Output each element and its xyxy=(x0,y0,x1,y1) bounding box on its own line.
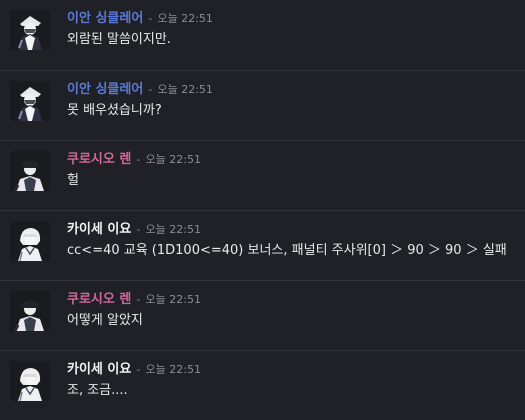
chat-message: 쿠로시오 렌 - 오늘 22:51 헐 xyxy=(0,140,525,210)
chat-log: 이안 싱클레어 - 오늘 22:51 외람된 말씀이지만. 이안 싱클레어 - … xyxy=(0,0,525,410)
message-text: 어떻게 알았지 xyxy=(67,313,143,328)
message-text: 외람된 말씀이지만. xyxy=(67,32,171,47)
meta-separator: - xyxy=(136,293,141,306)
message-author[interactable]: 카이세 이요 xyxy=(67,362,131,377)
avatar-iyo-icon[interactable] xyxy=(10,361,50,401)
chat-message: 이안 싱클레어 - 오늘 22:51 외람된 말씀이지만. xyxy=(0,0,525,70)
message-text: cc<=40 교육 (1D100<=40) 보너스, 패널티 주사위[0] ＞ … xyxy=(67,243,507,258)
message-timestamp: 오늘 22:51 xyxy=(157,83,213,96)
chat-message: 쿠로시오 렌 - 오늘 22:51 어떻게 알았지 xyxy=(0,280,525,350)
message-text: 헐 xyxy=(67,173,79,188)
message-timestamp: 오늘 22:51 xyxy=(145,293,201,306)
message-timestamp: 오늘 22:51 xyxy=(145,363,201,376)
avatar-ren-icon[interactable] xyxy=(10,291,50,331)
avatar-ian-icon[interactable] xyxy=(10,10,50,50)
avatar-ren-icon[interactable] xyxy=(10,151,50,191)
message-author[interactable]: 이안 싱클레어 xyxy=(67,11,143,26)
meta-separator: - xyxy=(136,153,141,166)
meta-separator: - xyxy=(136,223,141,236)
message-text: 못 배우셨습니까? xyxy=(67,103,162,118)
meta-separator: - xyxy=(148,12,153,25)
avatar-ian-icon[interactable] xyxy=(10,81,50,121)
message-timestamp: 오늘 22:51 xyxy=(157,12,213,25)
message-author[interactable]: 쿠로시오 렌 xyxy=(67,292,131,307)
chat-message: 카이세 이요 - 오늘 22:51 cc<=40 교육 (1D100<=40) … xyxy=(0,210,525,280)
message-text: 조, 조금.... xyxy=(67,383,128,398)
avatar-iyo-icon[interactable] xyxy=(10,221,50,261)
meta-separator: - xyxy=(136,363,141,376)
message-timestamp: 오늘 22:51 xyxy=(145,153,201,166)
chat-message: 이안 싱클레어 - 오늘 22:51 못 배우셨습니까? xyxy=(0,70,525,140)
message-timestamp: 오늘 22:51 xyxy=(145,223,201,236)
message-author[interactable]: 이안 싱클레어 xyxy=(67,82,143,97)
message-author[interactable]: 쿠로시오 렌 xyxy=(67,152,131,167)
message-author[interactable]: 카이세 이요 xyxy=(67,222,131,237)
meta-separator: - xyxy=(148,83,153,96)
